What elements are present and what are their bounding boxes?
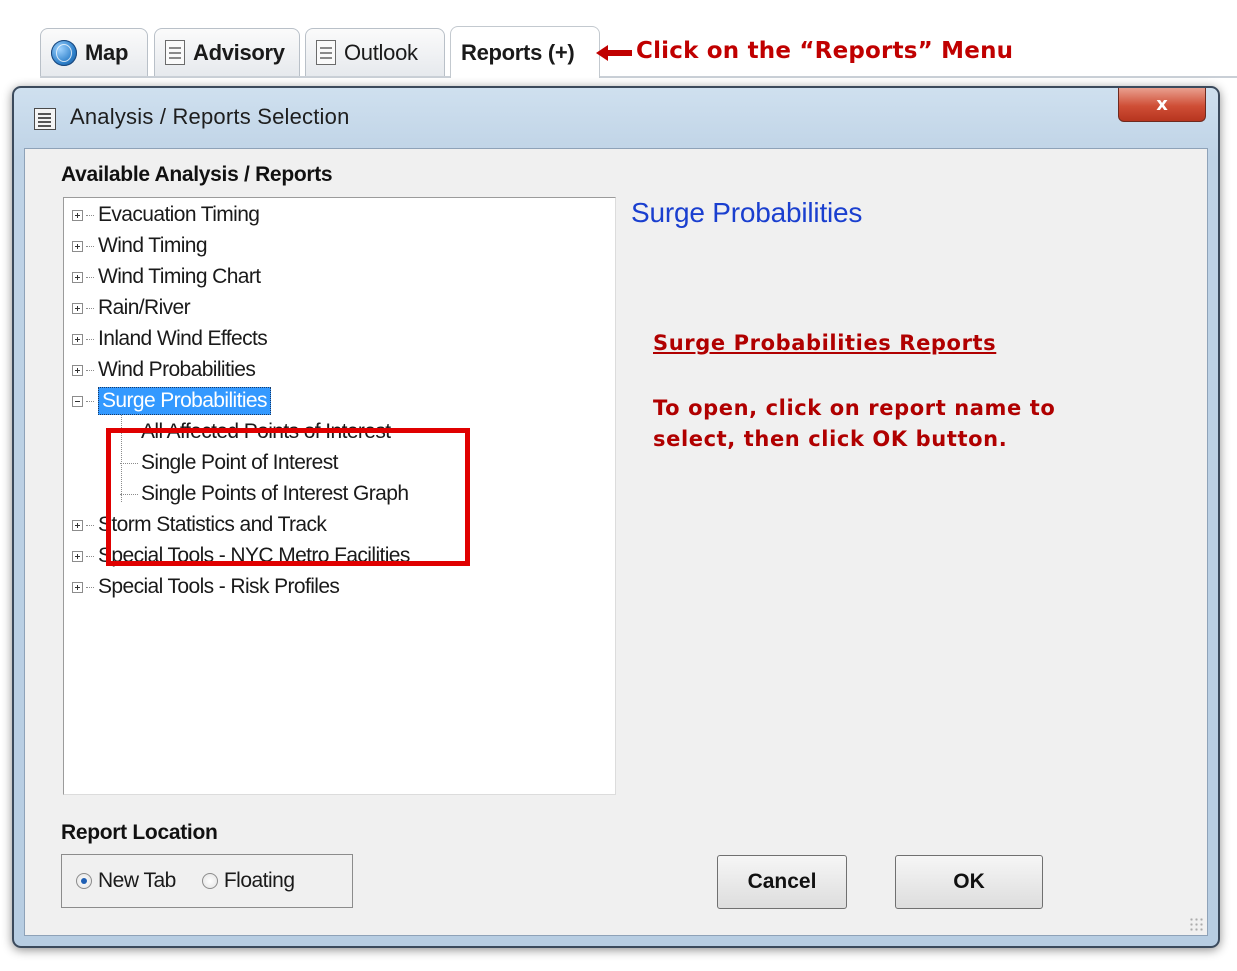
radio-new-tab-label[interactable]: New Tab bbox=[98, 869, 176, 893]
expand-icon[interactable] bbox=[72, 581, 83, 593]
tree-item-label: Surge Probabilities bbox=[98, 387, 271, 415]
tab-advisory-label: Advisory bbox=[193, 39, 285, 65]
radio-floating[interactable] bbox=[201, 873, 218, 889]
reports-selection-dialog: Analysis / Reports Selection x Available… bbox=[12, 86, 1220, 948]
tree-item-label: Rain/River bbox=[98, 296, 191, 319]
tree-item-label: Evacuation Timing bbox=[98, 203, 260, 226]
report-icon bbox=[34, 108, 56, 130]
expand-icon[interactable] bbox=[72, 271, 83, 283]
dialog-client-area: Available Analysis / Reports Evacuation … bbox=[24, 148, 1208, 936]
tree-item-label: Wind Probabilities bbox=[98, 358, 256, 381]
tree-item-surge-probabilities[interactable]: Surge Probabilities bbox=[64, 386, 271, 416]
report-location-heading: Report Location bbox=[61, 821, 218, 844]
reports-tree[interactable]: Evacuation Timing Wind Timing Wind Timin… bbox=[63, 197, 616, 795]
expand-icon[interactable] bbox=[72, 209, 83, 221]
globe-icon bbox=[51, 39, 77, 66]
instruction-line: select, then click OK button. bbox=[653, 427, 1008, 451]
tab-reports[interactable]: Reports (+) bbox=[450, 26, 600, 78]
tab-map-label: Map bbox=[85, 39, 129, 65]
radio-new-tab[interactable] bbox=[76, 873, 92, 889]
tab-outlook[interactable]: Outlook bbox=[305, 28, 445, 76]
tree-item[interactable]: Evacuation Timing bbox=[64, 200, 260, 230]
detail-title: Surge Probabilities bbox=[631, 197, 863, 228]
tab-outlook-label: Outlook bbox=[344, 39, 418, 65]
expand-icon[interactable] bbox=[72, 240, 83, 252]
window-title: Analysis / Reports Selection bbox=[70, 104, 350, 129]
available-reports-heading: Available Analysis / Reports bbox=[61, 163, 333, 186]
highlight-box bbox=[106, 428, 470, 566]
tab-strip: Map Advisory Outlook Reports (+) Click o… bbox=[0, 0, 1237, 80]
expand-icon[interactable] bbox=[72, 519, 83, 531]
tree-item-label: Inland Wind Effects bbox=[98, 327, 268, 350]
left-arrow-icon bbox=[596, 45, 632, 61]
expand-icon[interactable] bbox=[72, 364, 83, 376]
document-icon bbox=[165, 40, 185, 65]
document-icon bbox=[316, 40, 336, 65]
tree-item-label: Wind Timing Chart bbox=[98, 265, 261, 288]
collapse-icon[interactable] bbox=[72, 395, 83, 407]
close-icon: x bbox=[1156, 94, 1168, 115]
expand-icon[interactable] bbox=[72, 333, 83, 345]
tree-item[interactable]: Inland Wind Effects bbox=[64, 324, 268, 354]
tree-item[interactable]: Special Tools - Risk Profiles bbox=[64, 572, 340, 602]
tree-item-label: Special Tools - Risk Profiles bbox=[98, 575, 340, 598]
tab-map[interactable]: Map bbox=[40, 28, 148, 76]
resize-grip-icon[interactable] bbox=[1189, 917, 1203, 931]
expand-icon[interactable] bbox=[72, 302, 83, 314]
radio-floating-label[interactable]: Floating bbox=[224, 869, 295, 893]
tab-reports-label: Reports (+) bbox=[461, 39, 575, 65]
tree-item[interactable]: Wind Timing bbox=[64, 231, 208, 261]
tree-item[interactable]: Wind Probabilities bbox=[64, 355, 256, 385]
tree-item[interactable]: Wind Timing Chart bbox=[64, 262, 261, 292]
instruction-text: To open, click on report name to select,… bbox=[653, 393, 1153, 455]
callout-text: Click on the “Reports” Menu bbox=[636, 38, 1014, 64]
expand-icon[interactable] bbox=[72, 550, 83, 562]
cancel-button[interactable]: Cancel bbox=[717, 855, 847, 909]
tree-item-label: Wind Timing bbox=[98, 234, 208, 257]
report-location-group: New Tab Floating bbox=[61, 854, 353, 908]
tree-item[interactable]: Rain/River bbox=[64, 293, 191, 323]
tab-advisory[interactable]: Advisory bbox=[154, 28, 300, 76]
close-button[interactable]: x bbox=[1118, 88, 1206, 122]
tab-strip-baseline bbox=[40, 76, 1237, 78]
instruction-heading: Surge Probabilities Reports bbox=[653, 331, 997, 355]
ok-button[interactable]: OK bbox=[895, 855, 1043, 909]
title-bar[interactable]: Analysis / Reports Selection x bbox=[14, 88, 1218, 148]
instruction-line: To open, click on report name to bbox=[653, 396, 1056, 420]
